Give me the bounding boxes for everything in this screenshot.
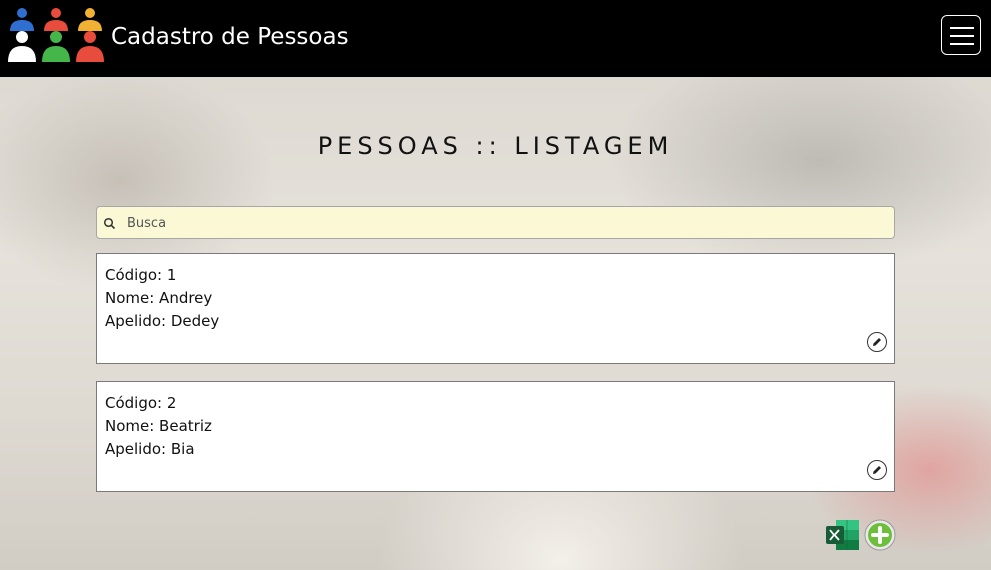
menu-line: [950, 27, 974, 29]
excel-icon[interactable]: [825, 519, 860, 551]
add-circle-icon[interactable]: [864, 519, 896, 551]
person-apelido: Apelido: Bia: [105, 440, 195, 458]
people-group-icon[interactable]: [5, 7, 107, 63]
person-codigo: Código: 2: [105, 394, 177, 412]
person-nome: Nome: Andrey: [105, 289, 213, 307]
brand-title[interactable]: Cadastro de Pessoas: [111, 24, 349, 50]
search-icon: [103, 217, 116, 230]
person-apelido: Apelido: Dedey: [105, 312, 220, 330]
hamburger-menu-icon[interactable]: [941, 15, 981, 55]
menu-line: [950, 43, 974, 45]
navbar: Cadastro de Pessoas: [0, 0, 991, 77]
edit-icon[interactable]: [867, 332, 887, 352]
menu-line: [950, 35, 974, 37]
person-card: Código: 1 Nome: Andrey Apelido: Dedey: [96, 253, 895, 364]
edit-icon[interactable]: [867, 460, 887, 480]
search-input[interactable]: [125, 207, 889, 240]
search-bar: [96, 206, 895, 240]
page-title: PESSOAS :: LISTAGEM: [317, 132, 674, 160]
person-card: Código: 2 Nome: Beatriz Apelido: Bia: [96, 381, 895, 492]
person-codigo: Código: 1: [105, 266, 177, 284]
person-nome: Nome: Beatriz: [105, 417, 212, 435]
